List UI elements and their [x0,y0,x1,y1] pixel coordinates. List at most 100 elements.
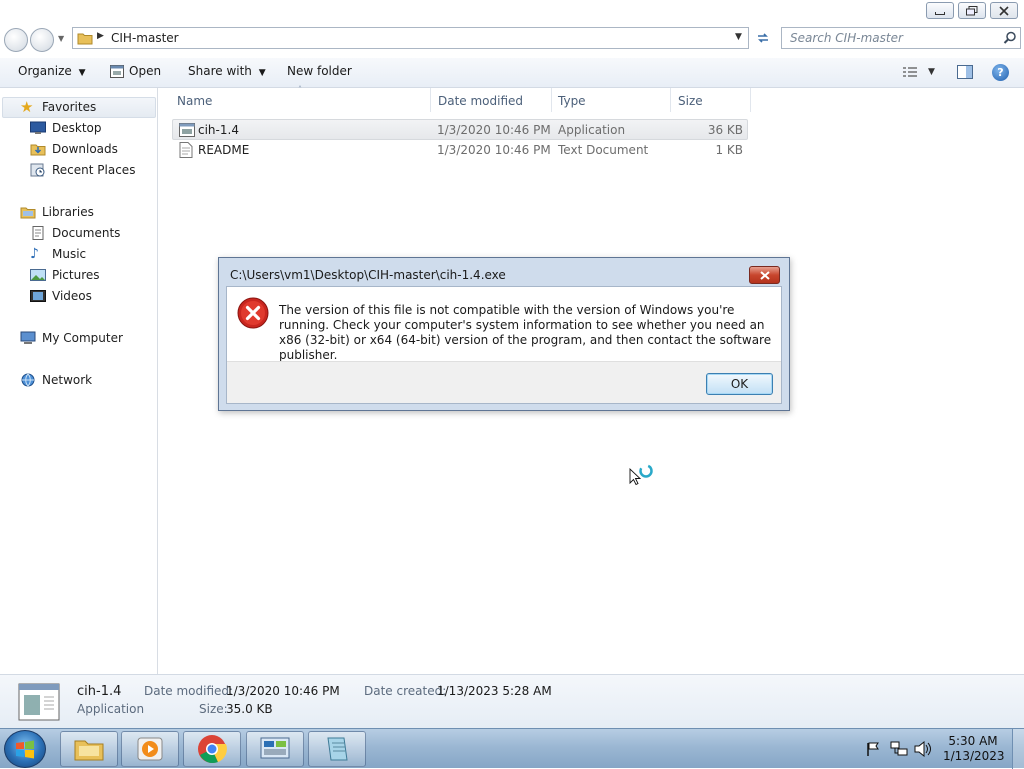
address-bar[interactable]: ▶ CIH-master ▼ [72,27,749,49]
nav-videos-label: Videos [52,289,92,303]
address-row: ▼ ▶ CIH-master ▼ Search CIH-master [0,26,1024,58]
organize-label: Organize [18,64,72,78]
nav-recent-places[interactable]: Recent Places [30,160,135,180]
close-window-button[interactable] [990,2,1018,19]
desktop-icon [30,121,46,134]
column-divider[interactable] [430,88,431,112]
dialog-close-button[interactable] [749,266,780,284]
forward-button[interactable] [30,28,54,52]
breadcrumb-current[interactable]: CIH-master [111,31,179,45]
taskbar-chrome-button[interactable] [183,731,241,767]
column-divider[interactable] [670,88,671,112]
file-row-cih-1-4[interactable]: cih-1.4 1/3/2020 10:46 PM Application 36… [172,119,748,140]
taskbar-notepad-button[interactable] [308,731,366,767]
column-divider[interactable] [750,88,751,112]
open-label: Open [129,64,162,78]
column-header-date-modified[interactable]: Date modified [438,94,523,108]
help-icon[interactable]: ? [992,64,1009,81]
nav-favorites[interactable]: ★ Favorites [20,97,96,117]
nav-documents-label: Documents [52,226,121,240]
file-date-modified: 1/3/2020 10:46 PM [437,123,551,137]
new-folder-label: New folder [287,64,352,78]
back-button[interactable] [4,28,28,52]
file-size: 1 KB [715,143,743,157]
close-icon [999,5,1009,16]
new-folder-button[interactable]: New folder [287,64,352,78]
restore-button[interactable] [958,2,986,19]
libraries-icon [20,207,36,219]
chrome-icon [198,735,227,764]
address-dropdown-icon[interactable]: ▼ [735,32,742,42]
details-file-type: Application [77,702,145,716]
taskbar-clock[interactable]: 5:30 AM 1/13/2023 [943,734,1005,764]
dialog-message: The version of this file is not compatib… [279,303,772,362]
open-button[interactable]: Open [110,64,161,78]
control-panel-icon [260,737,290,759]
restore-icon [966,5,978,15]
breadcrumb-chevron-icon[interactable]: ▶ [97,31,104,41]
nav-pictures-label: Pictures [52,268,100,282]
file-row-readme[interactable]: README 1/3/2020 10:46 PM Text Document 1… [172,140,748,161]
details-date-modified-label: Date modified: [144,684,234,698]
column-header-type[interactable]: Type [558,94,586,108]
taskbar-explorer-button[interactable] [60,731,118,767]
downloads-folder-icon [30,144,46,156]
computer-icon [20,331,36,344]
clock-date: 1/13/2023 [943,749,1005,763]
details-date-modified: 1/3/2020 10:46 PM [226,684,340,698]
application-file-icon [18,683,60,721]
preview-pane-button[interactable] [957,65,973,82]
change-view-button[interactable]: ▼ [902,66,935,78]
column-header-size[interactable]: Size [678,94,703,108]
network-tray-icon[interactable] [890,741,908,757]
application-file-icon [179,123,195,137]
search-icon[interactable] [1003,31,1017,45]
file-type: Text Document [558,143,649,157]
minimize-button[interactable] [926,2,954,19]
organize-button[interactable]: Organize ▼ [18,64,86,78]
volume-icon[interactable] [914,741,932,757]
share-with-button[interactable]: Share with ▼ [188,64,266,78]
column-divider[interactable] [551,88,552,112]
share-with-label: Share with [188,64,252,78]
window-title-bar [0,0,1024,26]
nav-my-computer[interactable]: My Computer [20,328,123,348]
nav-desktop-label: Desktop [52,121,102,135]
ok-button[interactable]: OK [706,373,773,395]
nav-pictures[interactable]: Pictures [30,265,100,285]
error-icon [237,297,269,329]
error-dialog: C:\Users\vm1\Desktop\CIH-master\cih-1.4.… [218,257,790,411]
file-size: 36 KB [707,123,743,137]
details-date-created-label: Date created: [364,684,447,698]
recent-pages-chevron-icon[interactable]: ▼ [58,34,64,43]
taskbar-media-player-button[interactable] [121,731,179,767]
busy-cursor-icon [629,464,653,486]
nav-videos[interactable]: Videos [30,286,92,306]
nav-desktop[interactable]: Desktop [30,118,102,138]
nav-documents[interactable]: Documents [30,223,120,243]
taskbar: 5:30 AM 1/13/2023 [0,728,1024,769]
nav-downloads[interactable]: Downloads [30,139,118,159]
details-pane: cih-1.4 Application Date modified: 1/3/2… [0,674,1024,728]
pictures-icon [30,269,46,281]
nav-downloads-label: Downloads [52,142,118,156]
file-name: README [198,143,250,157]
search-box[interactable]: Search CIH-master [781,27,1021,49]
recent-places-icon [30,163,45,177]
show-desktop-button[interactable] [1012,729,1024,769]
nav-libraries-label: Libraries [42,205,94,219]
sort-arrow-icon: ˄ [298,85,302,94]
nav-network[interactable]: Network [20,370,92,390]
media-player-icon [137,737,163,761]
nav-recent-places-label: Recent Places [52,163,136,177]
clock-time: 5:30 AM [948,734,998,748]
action-center-flag-icon[interactable] [866,742,880,756]
column-header-name[interactable]: Name [177,94,212,108]
search-input[interactable]: Search CIH-master [790,31,903,45]
nav-libraries[interactable]: Libraries [20,202,94,222]
nav-music[interactable]: ♪ Music [30,244,86,264]
start-button[interactable] [4,730,46,768]
refresh-button[interactable] [752,28,774,48]
file-date-modified: 1/3/2020 10:46 PM [437,143,551,157]
taskbar-remote-app-button[interactable] [246,731,304,767]
